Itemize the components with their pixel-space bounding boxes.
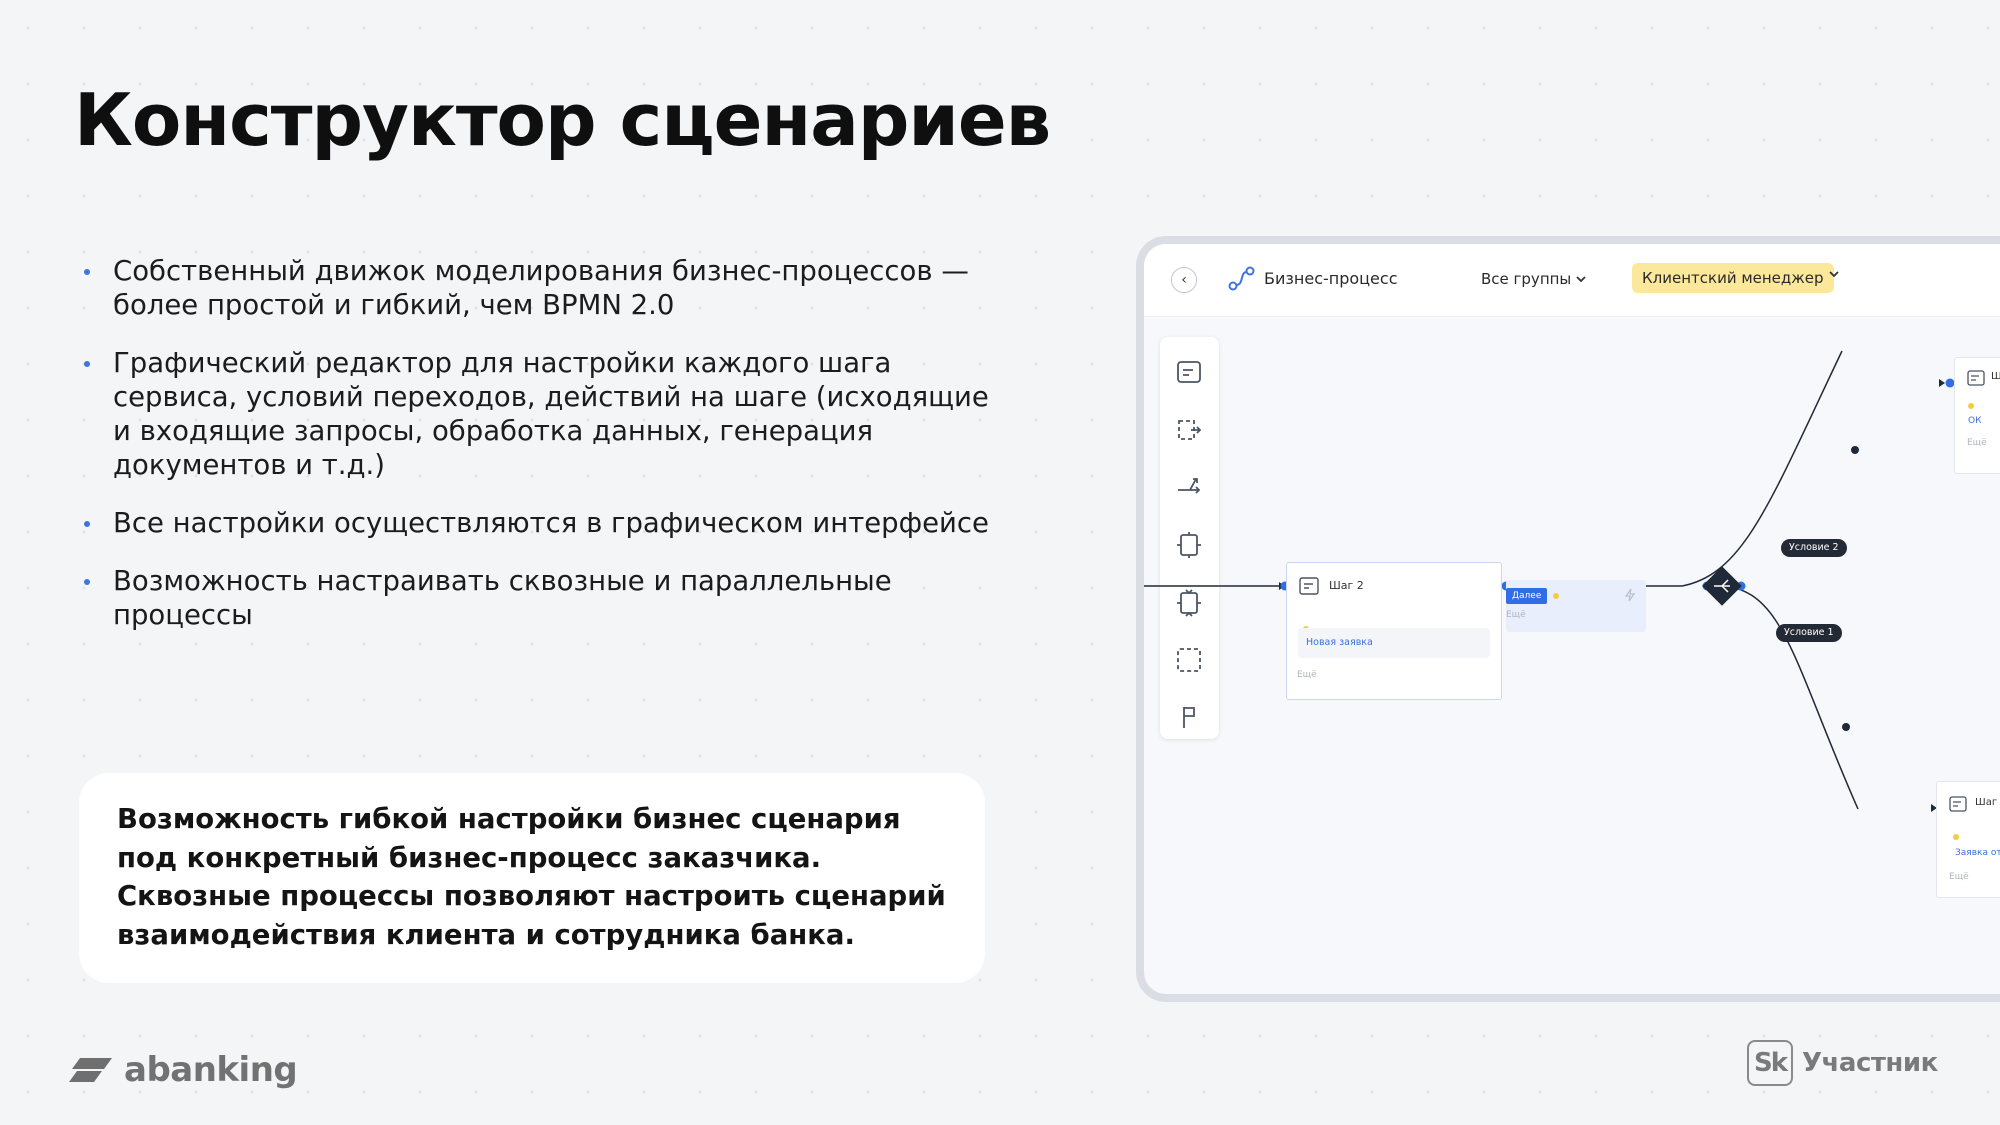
brand-name: abanking [124,1050,298,1090]
bullet-line: процессы [113,599,253,631]
groups-dropdown-label: Все группы [1481,270,1572,288]
step-more[interactable]: Ещё [1297,670,1317,680]
required-marker [1953,834,1959,840]
process-flow-icon [1228,266,1255,291]
branch-icon [1178,478,1201,494]
required-marker [1968,403,1974,409]
step-node-icon [1967,370,1985,386]
bullet-item: Все настройки осуществляются в графическ… [84,506,1014,540]
step-field[interactable]: Новая заявка [1298,628,1490,658]
groups-dropdown[interactable]: Все группы [1481,270,1587,288]
slide-title: Конструктор сценариев [74,78,1051,162]
process-title: Бизнес-процесс [1264,269,1398,288]
finish-flag-icon [1183,707,1195,728]
bullet-line: и входящие запросы, обработка данных, ге… [113,415,874,447]
sk-logo: Sk [1747,1040,1793,1086]
callout-line: под конкретный бизнес-процесс заказчика. [117,841,822,874]
summary-callout: Возможность гибкой настройки бизнес сцен… [79,773,985,983]
step-node-title: Шаг 2 [1329,579,1364,592]
callout-line: Возможность гибкой настройки бизнес сцен… [117,803,901,835]
bullet-line: Собственный движок моделирования бизнес-… [113,255,969,287]
bullet-line: Графический редактор для настройки каждо… [113,347,892,379]
bullet-item: Возможность настраивать сквозные и парал… [84,564,1014,632]
step-node-icon [1949,796,1967,812]
parallel-end-icon [1177,589,1201,617]
group-select-icon [1177,648,1201,672]
step-node[interactable]: Шаг Заявка от Ещё [1936,781,2000,898]
participant-label: Участник [1802,1048,1938,1078]
back-button[interactable]: ‹ [1171,267,1197,293]
editor-toolbar [1160,337,1219,739]
bullet-line: более простой и гибкий, чем BPMN 2.0 [113,289,675,321]
tool-parallel-start[interactable] [1175,531,1203,559]
bullet-item: Собственный движок моделирования бизнес-… [84,254,1014,322]
step-more[interactable]: Ещё [1949,872,1969,882]
next-action-panel[interactable]: Далее Ещё [1506,580,1646,632]
chevron-down-icon[interactable] [1828,270,1840,278]
step-field[interactable]: ОК [1968,416,1981,426]
bullet-line: сервиса, условий переходов, действий на … [113,381,989,413]
lightning-icon [1624,588,1636,602]
required-marker [1553,593,1559,599]
condition-2-label[interactable]: Условие 2 [1781,539,1847,557]
tool-parallel-end[interactable] [1175,589,1203,617]
bullet-line: Все настройки осуществляются в графическ… [113,507,989,539]
tool-finish[interactable] [1175,703,1203,731]
tool-subprocess[interactable] [1175,416,1203,444]
tool-branch[interactable] [1175,473,1203,501]
bullet-list: Собственный движок моделирования бизнес-… [84,254,1014,656]
tool-group-select[interactable] [1175,646,1203,674]
step-node-title: Шаг [1975,797,1998,808]
step-more[interactable]: Ещё [1967,438,1987,448]
skolkovo-participant-badge: Sk Участник [1747,1040,1938,1086]
next-chip[interactable]: Далее [1506,588,1548,604]
process-editor-window: ‹ Бизнес-процесс Все группы Клиентский м… [1136,236,2000,1002]
next-more[interactable]: Ещё [1506,610,1526,620]
callout-line: взаимодействия клиента и сотрудника банк… [117,918,855,951]
bullet-line: Возможность настраивать сквозные и парал… [113,565,892,597]
step-node-icon [1299,577,1319,595]
abanking-logo: abanking [68,1050,298,1090]
bullet-item: Графический редактор для настройки каждо… [84,346,1014,482]
subprocess-icon [1178,420,1202,440]
tool-step[interactable] [1175,358,1203,386]
abanking-logo-icon [69,1058,112,1082]
bullet-line: документов и т.д.) [113,449,386,481]
step-node[interactable]: Шаг 2 Новая заявка Ещё [1286,562,1502,700]
step-node-title: Ш [1991,371,2000,382]
step-field[interactable]: Заявка от [1955,848,2000,858]
condition-1-label[interactable]: Условие 1 [1776,624,1842,642]
step-node-icon [1177,361,1201,383]
step-node[interactable]: Ш ОК Ещё [1954,357,2000,474]
parallel-start-icon [1177,532,1201,558]
chevron-down-icon [1576,276,1586,283]
callout-line: Сквозные процессы позволяют настроить сц… [117,880,946,912]
chevron-left-icon: ‹ [1181,272,1187,288]
editor-header: ‹ Бизнес-процесс Все группы Клиентский м… [1144,244,2000,317]
role-badge[interactable]: Клиентский менеджер [1632,263,1834,293]
